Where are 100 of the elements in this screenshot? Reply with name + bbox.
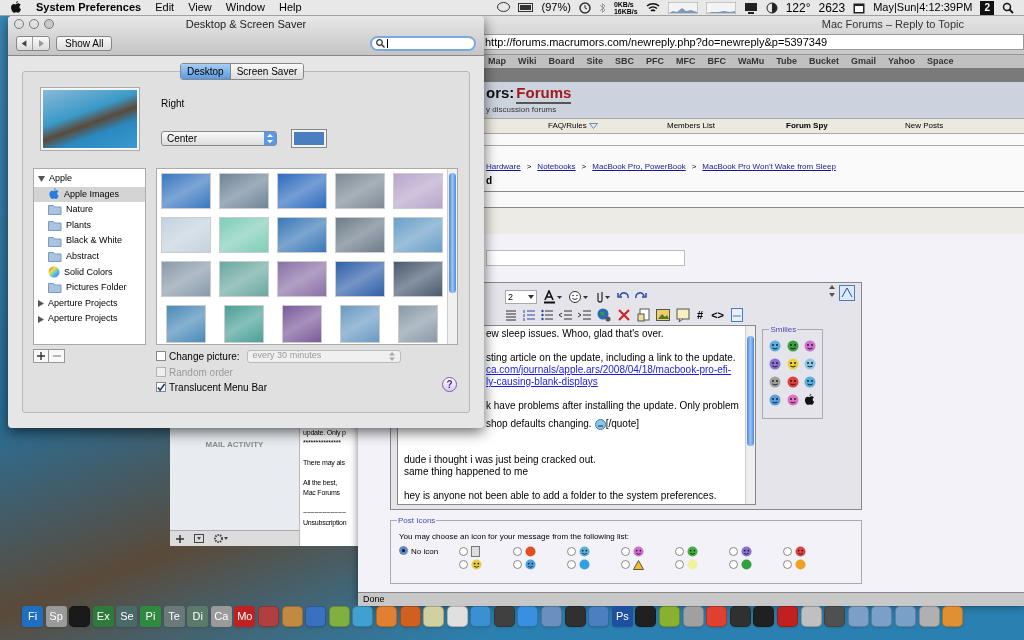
radio-button[interactable]	[399, 546, 408, 555]
dock-app-icon[interactable]	[659, 606, 681, 627]
bookmark-link[interactable]: Yahoo	[888, 54, 916, 69]
tab[interactable]: Desktop	[181, 64, 230, 79]
wallpaper-thumbnail[interactable]	[219, 173, 269, 209]
dock-app-icon[interactable]	[942, 606, 964, 627]
bookmark-link[interactable]: Bucket	[809, 54, 839, 69]
bookmark-link[interactable]: PFC	[645, 54, 664, 69]
radio-button[interactable]	[621, 547, 630, 556]
outdent-icon[interactable]	[559, 309, 572, 321]
paperclip-icon[interactable]	[595, 290, 611, 304]
dock-app-icon[interactable]	[69, 606, 91, 627]
message-link[interactable]: ca.com/journals/apple.ars/2008/04/18/macbook-pro-efi-	[486, 364, 732, 376]
checkbox[interactable]	[156, 382, 166, 392]
display-icon[interactable]	[743, 1, 758, 14]
smiley-icon[interactable]	[804, 340, 817, 352]
resize-icon[interactable]	[829, 285, 835, 297]
smiley-icon[interactable]	[769, 376, 782, 388]
dock-app-icon[interactable]: Pi	[139, 606, 161, 627]
smiley-icon[interactable]	[786, 376, 799, 388]
radio-button[interactable]	[513, 560, 522, 569]
nav-link[interactable]: FAQ/Rules	[548, 120, 667, 132]
gear-icon[interactable]	[214, 534, 228, 543]
breadcrumb-link[interactable]: MacBook Pro Won't Wake from Sleep	[702, 161, 836, 173]
smiley-icon[interactable]	[769, 358, 782, 370]
dock-app-icon[interactable]: Se	[116, 606, 138, 627]
document-icon[interactable]	[637, 308, 650, 322]
source-list-item[interactable]: Apple	[34, 171, 145, 187]
apple-icon[interactable]	[804, 394, 816, 406]
search-icon[interactable]	[1002, 1, 1014, 14]
menu-bar-item[interactable]: View	[188, 0, 212, 16]
wallpaper-thumbnail[interactable]	[277, 173, 327, 209]
apple-menu-icon[interactable]	[10, 1, 22, 14]
source-list-item[interactable]: Aperture Projects	[34, 311, 145, 327]
calendar-icon[interactable]	[853, 1, 866, 14]
source-list-item[interactable]: Black & White	[34, 233, 145, 249]
radio-button[interactable]	[729, 560, 738, 569]
smiley-icon[interactable]	[804, 376, 817, 388]
radio-button[interactable]	[621, 560, 630, 569]
radio-button[interactable]	[459, 560, 468, 569]
contrast-icon[interactable]	[765, 1, 778, 14]
radio-button[interactable]	[513, 547, 522, 556]
bookmark-link[interactable]: MFC	[675, 54, 696, 69]
breadcrumb-link[interactable]: Hardware	[486, 161, 521, 173]
indent-icon[interactable]	[578, 309, 591, 321]
dock-app-icon[interactable]: Te	[163, 606, 185, 627]
dock-app-icon[interactable]	[352, 606, 374, 627]
mailbox-menu-icon[interactable]	[194, 534, 204, 543]
source-list-item[interactable]: Aperture Projects	[34, 295, 145, 312]
wallpaper-thumbnail[interactable]	[335, 173, 385, 209]
wallpaper-thumbnail[interactable]	[398, 305, 438, 343]
smiley-icon[interactable]	[804, 358, 817, 370]
wallpaper-thumbnail[interactable]	[219, 217, 269, 253]
menu-bar-item[interactable]: System Preferences	[36, 0, 142, 16]
bookmark-link[interactable]: Site	[586, 54, 603, 69]
radio-button[interactable]	[783, 547, 792, 556]
radio-button[interactable]	[783, 560, 792, 569]
add-button[interactable]	[33, 349, 49, 363]
radio-button[interactable]	[567, 560, 576, 569]
dock-app-icon[interactable]: Fi	[22, 606, 43, 627]
wallpaper-thumbnail[interactable]	[393, 217, 443, 253]
toolbar-button[interactable]: #	[696, 306, 705, 324]
source-list-item[interactable]: Apple Images	[34, 186, 145, 203]
font-size-select[interactable]: 2	[505, 290, 537, 304]
color-well[interactable]	[291, 129, 327, 148]
wallpaper-thumbnail[interactable]	[277, 261, 327, 297]
wallpaper-thumbnail[interactable]	[282, 305, 322, 343]
dock-app-icon[interactable]	[470, 606, 492, 627]
breadcrumb-link[interactable]: Notebooks	[537, 161, 576, 173]
menu-bar-item[interactable]: Edit	[155, 0, 175, 16]
wallpaper-thumbnail[interactable]	[393, 173, 443, 209]
radio-button[interactable]	[729, 547, 738, 556]
nav-link[interactable]: Members List	[667, 120, 786, 132]
dock-app-icon[interactable]	[871, 606, 893, 627]
dock-app-icon[interactable]: Di	[187, 606, 209, 627]
wallpaper-thumbnail[interactable]	[277, 217, 327, 253]
dock-app-icon[interactable]	[753, 606, 775, 627]
help-button[interactable]: ?	[442, 377, 457, 392]
wallpaper-thumbnail[interactable]	[393, 261, 443, 297]
tab[interactable]: Screen Saver	[229, 64, 304, 79]
radio-button[interactable]	[459, 547, 468, 556]
zoom-button[interactable]	[44, 19, 54, 29]
source-list-item[interactable]: Pictures Folder	[34, 280, 145, 296]
radio-button[interactable]	[675, 560, 684, 569]
nav-link[interactable]: New Posts	[905, 120, 1024, 132]
menu-bar-item[interactable]: Help	[278, 0, 302, 16]
menu-bar-clock[interactable]: May|Sun|4:12:39PM	[873, 0, 973, 16]
wallpaper-thumbnail[interactable]	[335, 261, 385, 297]
dock-app-icon[interactable]: Mo	[234, 606, 256, 627]
wallpaper-thumbnail[interactable]	[224, 305, 264, 343]
dock-app-icon[interactable]: Ps	[611, 606, 633, 627]
wallpaper-thumbnail[interactable]	[335, 217, 385, 253]
numbered-list-icon[interactable]	[523, 309, 535, 321]
search-field[interactable]	[370, 35, 476, 51]
chat-bubble-icon[interactable]	[496, 2, 510, 13]
bookmark-link[interactable]: Gmail	[851, 54, 876, 69]
smiley-icon[interactable]	[786, 340, 799, 352]
bookmark-link[interactable]: WaMu	[737, 54, 765, 69]
smiley-icon[interactable]	[769, 340, 782, 352]
message-link[interactable]: ly-causing-blank-displays	[486, 376, 598, 388]
